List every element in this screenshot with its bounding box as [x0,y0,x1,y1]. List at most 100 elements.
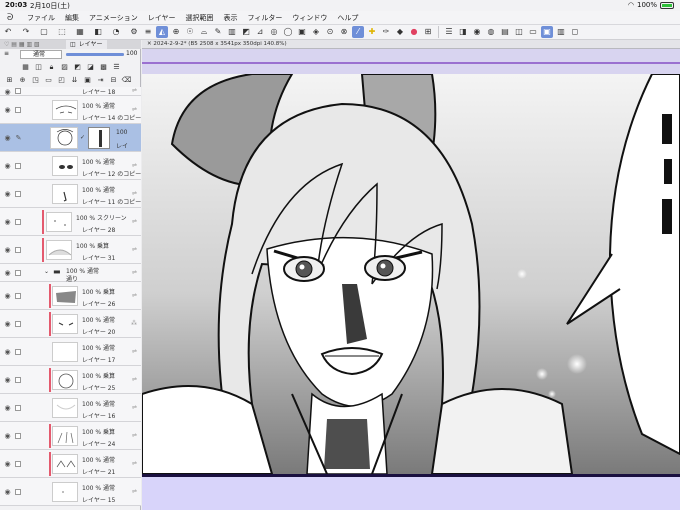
layer-row[interactable]: ◉ 100 % 乗算 レイヤー 31 ⇌ [0,236,141,264]
layer-check[interactable] [15,461,21,467]
menu-selection[interactable]: 選択範囲 [186,13,214,23]
visibility-eye-icon[interactable]: ◉ [3,134,12,142]
fill-tool-icon[interactable]: ▥ [226,26,238,38]
brush-tool-icon[interactable]: ✎ [212,26,224,38]
layer-menu-icon[interactable]: ⇌ [132,87,137,94]
sub-tool-icon[interactable]: ☰ [443,26,455,38]
menu-edit[interactable]: 編集 [65,13,79,23]
color-set-icon[interactable]: ▤ [499,26,511,38]
layer-check[interactable] [15,321,21,327]
brush-size-icon[interactable]: ◉ [471,26,483,38]
new-raster-icon[interactable]: ⊕ [17,74,28,86]
eraser-tool-icon[interactable]: ◆ [394,26,406,38]
undo-icon[interactable]: ↶ [2,26,14,38]
layer-menu-icon[interactable]: ⇌ [132,432,137,439]
menu-file[interactable]: ファイル [27,13,55,23]
layer-toggle-icon[interactable]: ▣ [541,26,553,38]
visibility-eye-icon[interactable]: ◉ [3,432,12,440]
visibility-eye-icon[interactable]: ◉ [3,460,12,468]
palette-color-icon[interactable]: ▩ [98,61,109,73]
layer-row-selected[interactable]: ◉ ✎ ✓ 100 レイ [0,124,141,152]
ref-icon[interactable]: ◫ [33,61,44,73]
menu-filter[interactable]: フィルター [248,13,283,23]
manga-artwork[interactable] [142,74,680,474]
layer-check[interactable] [15,247,21,253]
select-tool-icon[interactable]: ◭ [156,26,168,38]
ruler-tool-icon[interactable]: ⊿ [254,26,266,38]
opacity-value[interactable]: 100 [126,50,137,57]
layer-menu-icon[interactable]: ⇌ [132,162,137,169]
clear-icon[interactable]: ▢ [38,26,50,38]
visibility-eye-icon[interactable]: ◉ [3,488,12,496]
object-tool-icon[interactable]: ◈ [310,26,322,38]
transfer-icon[interactable]: ⇥ [95,74,106,86]
app-logo-icon[interactable]: ᘒ [7,13,19,23]
visibility-eye-icon[interactable]: ◉ [3,376,12,384]
layer-row[interactable]: ◉ 100 % 通常 レイヤー 14 のコピー ⇌ [0,96,141,124]
draft-icon[interactable]: ◪ [85,61,96,73]
tab-layer[interactable]: ◫ レイヤー [66,40,107,49]
layer-row[interactable]: ◉ レイヤー 18 ⇌ [0,87,141,96]
layer-row[interactable]: ◉ 100 % 通常 レイヤー 20 ⁂ [0,310,141,338]
list-view-icon[interactable]: ☰ [111,61,122,73]
new-vector-icon[interactable]: ◳ [30,74,41,86]
layer-check[interactable] [15,349,21,355]
visibility-eye-icon[interactable]: ◉ [3,190,12,198]
layer-row[interactable]: ◉ 100 % 通常 レイヤー 12 のコピー ⇌ [0,152,141,180]
layer-row[interactable]: ◉ 100 % 乗算 レイヤー 25 ⇌ [0,366,141,394]
ruler-icon[interactable]: ◧ [92,26,104,38]
color-fill-icon[interactable]: ● [408,26,420,38]
visibility-eye-icon[interactable]: ◉ [3,88,12,96]
panel-menu-icon[interactable]: ≡ [4,50,9,57]
opacity-slider[interactable] [66,53,124,56]
layer-check[interactable] [15,163,21,169]
layer-menu-icon[interactable]: ⁂ [131,320,137,327]
layer-row[interactable]: ◉ 100 % 乗算 レイヤー 24 ⇌ [0,422,141,450]
frame-tool-icon[interactable]: ▣ [296,26,308,38]
visibility-eye-icon[interactable]: ◉ [3,106,12,114]
canvas-area[interactable]: ✕ 2024-2-9-2* (B5 2508 x 3541px 350dpi 1… [142,40,680,510]
balloon-tool-icon[interactable]: ◯ [282,26,294,38]
document-tab[interactable]: ✕ 2024-2-9-2* (B5 2508 x 3541px 350dpi 1… [142,40,680,49]
layer-row[interactable]: ◉ 100 % スクリーン レイヤー 28 ⇌ [0,208,141,236]
visibility-eye-icon[interactable]: ◉ [3,348,12,356]
navigator-icon[interactable]: ▭ [527,26,539,38]
lock-icon[interactable]: 🔒︎ [46,61,57,73]
zoom-tool-icon[interactable]: ⊕ [170,26,182,38]
layer-menu-icon[interactable]: ⇌ [132,348,137,355]
layer-menu-icon[interactable]: ⇌ [132,404,137,411]
layer-row[interactable]: ◉ 100 % 通常 レイヤー 17 ⇌ [0,338,141,366]
fullscreen-icon[interactable]: ◻ [569,26,581,38]
layer-menu-icon[interactable]: ⇌ [132,218,137,225]
layer-settings-icon[interactable]: ⊞ [4,74,15,86]
layer-row[interactable]: ◉ 100 % 乗算 レイヤー 26 ⇌ [0,282,141,310]
menu-window[interactable]: ウィンドウ [292,13,327,23]
vector-tool-icon[interactable]: ⊙ [324,26,336,38]
layer-row[interactable]: ◉ 100 % 通常 レイヤー 16 ⇌ [0,394,141,422]
layer-check[interactable] [15,489,21,495]
menu-help[interactable]: ヘルプ [337,13,358,23]
layer-menu-icon[interactable]: ⇌ [132,376,137,383]
layer-check[interactable] [15,270,21,276]
layer-check[interactable] [15,88,21,94]
duplicate-icon[interactable]: ⊟ [108,74,119,86]
eyedropper-tool-icon[interactable]: ⁄ [352,26,364,38]
lock-alpha-icon[interactable]: ▨ [59,61,70,73]
settings-icon[interactable]: ⚙ [128,26,140,38]
layer-menu-icon[interactable]: ⇌ [132,292,137,299]
layer-check[interactable] [15,191,21,197]
merge-down-icon[interactable]: ⇊ [69,74,80,86]
text-tool-icon[interactable]: ◎ [268,26,280,38]
redo-icon[interactable]: ↷ [20,26,32,38]
layer-menu-icon[interactable]: ⇌ [132,460,137,467]
visibility-eye-icon[interactable]: ◉ [3,162,12,170]
material-icon[interactable]: ▥ [555,26,567,38]
apply-mask-icon[interactable]: ▣ [82,74,93,86]
layer-menu-icon[interactable]: ⇌ [132,488,137,495]
menu-view[interactable]: 表示 [224,13,238,23]
visibility-eye-icon[interactable]: ◉ [3,246,12,254]
menu-layer[interactable]: レイヤー [148,13,176,23]
layer-panel-icon[interactable]: ◫ [513,26,525,38]
new-folder-icon[interactable]: ▭ [43,74,54,86]
edit-pen-icon[interactable]: ✎ [14,134,23,142]
